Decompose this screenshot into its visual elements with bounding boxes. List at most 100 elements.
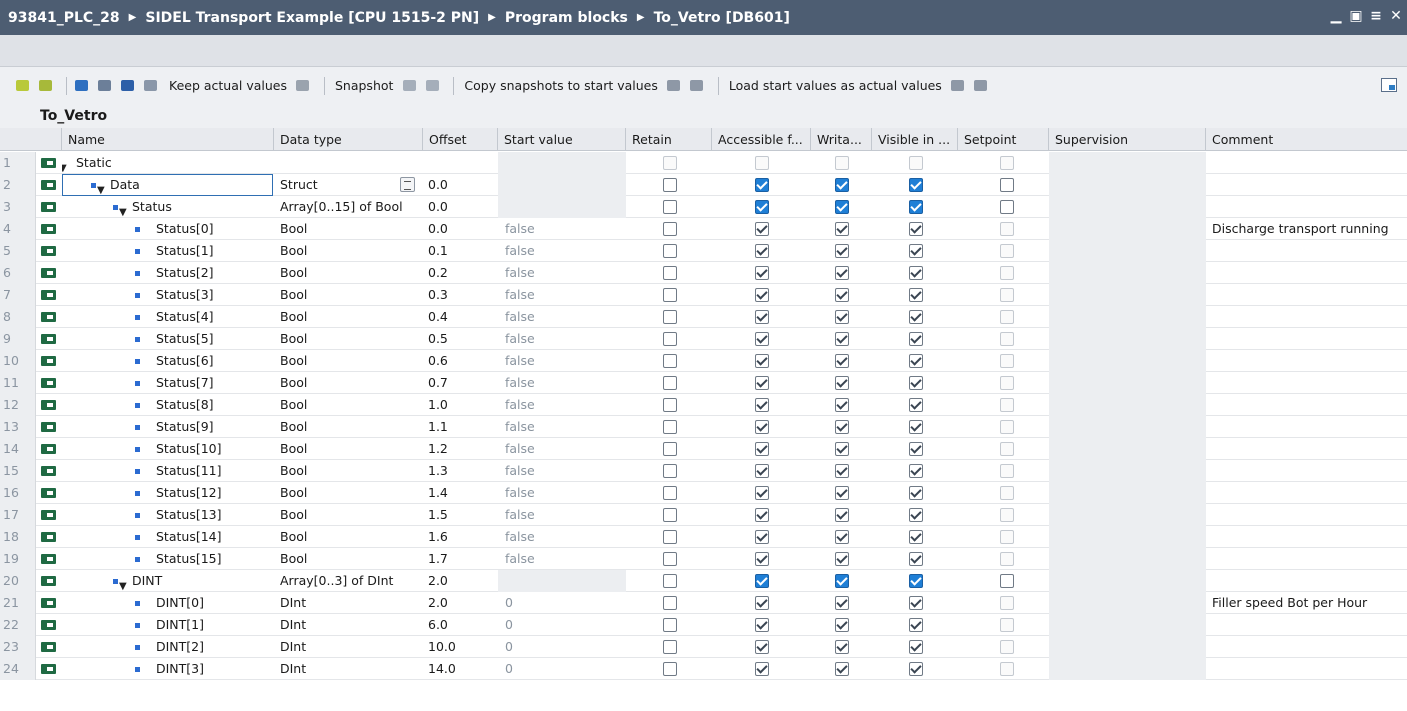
comment-cell[interactable] bbox=[1212, 284, 1407, 306]
accessible-checkbox[interactable] bbox=[755, 200, 769, 214]
table-row[interactable]: 9 Status[5] Bool 0.5 false bbox=[0, 328, 1407, 350]
setpoint-checkbox[interactable] bbox=[1000, 376, 1014, 390]
name-cell[interactable]: Status[1] bbox=[62, 240, 273, 262]
accessible-checkbox[interactable] bbox=[755, 398, 769, 412]
retain-checkbox[interactable] bbox=[663, 200, 677, 214]
setpoint-checkbox[interactable] bbox=[1000, 266, 1014, 280]
start-value-cell[interactable]: false bbox=[505, 218, 623, 240]
accessible-checkbox[interactable] bbox=[755, 530, 769, 544]
retain-checkbox[interactable] bbox=[663, 420, 677, 434]
comment-cell[interactable] bbox=[1212, 394, 1407, 416]
accessible-checkbox[interactable] bbox=[755, 354, 769, 368]
comment-cell[interactable] bbox=[1212, 460, 1407, 482]
setpoint-checkbox[interactable] bbox=[1000, 640, 1014, 654]
visible-checkbox[interactable] bbox=[909, 376, 923, 390]
header-data-type[interactable]: Data type bbox=[274, 128, 423, 151]
name-cell[interactable]: Status[9] bbox=[62, 416, 273, 438]
start-value-cell[interactable]: false bbox=[505, 240, 623, 262]
data-type-cell[interactable]: Bool bbox=[280, 328, 420, 350]
accessible-checkbox[interactable] bbox=[755, 464, 769, 478]
expand-arrow-icon[interactable]: ▼ bbox=[97, 180, 105, 196]
member-name[interactable]: Data bbox=[110, 174, 140, 196]
expand-arrow-icon[interactable]: ▼ bbox=[119, 576, 127, 592]
writable-checkbox[interactable] bbox=[835, 530, 849, 544]
visible-checkbox[interactable] bbox=[909, 178, 923, 192]
comment-cell[interactable] bbox=[1212, 306, 1407, 328]
accessible-checkbox[interactable] bbox=[755, 332, 769, 346]
table-row[interactable]: 5 Status[1] Bool 0.1 false bbox=[0, 240, 1407, 262]
monitor-icon[interactable] bbox=[142, 78, 158, 94]
start-value-cell[interactable]: false bbox=[505, 460, 623, 482]
header-offset[interactable]: Offset bbox=[423, 128, 498, 151]
writable-checkbox[interactable] bbox=[835, 574, 849, 588]
setpoint-checkbox[interactable] bbox=[1000, 552, 1014, 566]
visible-checkbox[interactable] bbox=[909, 596, 923, 610]
row-number[interactable]: 9 bbox=[0, 328, 36, 350]
comment-cell[interactable] bbox=[1212, 658, 1407, 680]
retain-checkbox[interactable] bbox=[663, 574, 677, 588]
row-number[interactable]: 6 bbox=[0, 262, 36, 284]
row-number[interactable]: 22 bbox=[0, 614, 36, 636]
comment-cell[interactable] bbox=[1212, 438, 1407, 460]
data-type-cell[interactable]: Bool bbox=[280, 548, 420, 570]
setpoint-checkbox[interactable] bbox=[1000, 464, 1014, 478]
visible-checkbox[interactable] bbox=[909, 618, 923, 632]
comment-cell[interactable] bbox=[1212, 240, 1407, 262]
table-row[interactable]: 8 Status[4] Bool 0.4 false bbox=[0, 306, 1407, 328]
setpoint-checkbox[interactable] bbox=[1000, 662, 1014, 676]
snapshot-button[interactable]: Snapshot bbox=[335, 78, 393, 93]
table-row[interactable]: 7 Status[3] Bool 0.3 false bbox=[0, 284, 1407, 306]
visible-checkbox[interactable] bbox=[909, 486, 923, 500]
split-view-icon[interactable] bbox=[1381, 78, 1397, 92]
visible-checkbox[interactable] bbox=[909, 530, 923, 544]
writable-checkbox[interactable] bbox=[835, 178, 849, 192]
table-row[interactable]: 21 DINT[0] DInt 2.0 0 Filler speed Bot per Ho… bbox=[0, 592, 1407, 614]
name-cell[interactable]: Status[0] bbox=[62, 218, 273, 240]
header-name[interactable]: Name bbox=[62, 128, 274, 151]
start-value-cell[interactable]: false bbox=[505, 394, 623, 416]
list-icon[interactable] bbox=[119, 78, 135, 94]
visible-checkbox[interactable] bbox=[909, 442, 923, 456]
visible-checkbox[interactable] bbox=[909, 310, 923, 324]
data-type-cell[interactable]: Bool bbox=[280, 460, 420, 482]
writable-checkbox[interactable] bbox=[835, 508, 849, 522]
visible-checkbox[interactable] bbox=[909, 662, 923, 676]
data-type-cell[interactable]: Bool bbox=[280, 526, 420, 548]
start-value-cell[interactable]: false bbox=[505, 284, 623, 306]
name-cell[interactable]: Status[6] bbox=[62, 350, 273, 372]
table-row[interactable]: 22 DINT[1] DInt 6.0 0 bbox=[0, 614, 1407, 636]
setpoint-checkbox[interactable] bbox=[1000, 332, 1014, 346]
tile-icon[interactable]: ≡ bbox=[1369, 8, 1383, 24]
start-value-cell[interactable] bbox=[505, 152, 623, 174]
row-number[interactable]: 2 bbox=[0, 174, 36, 196]
retain-checkbox[interactable] bbox=[663, 310, 677, 324]
table-row[interactable]: 4 Status[0] Bool 0.0 false Discharge transpor… bbox=[0, 218, 1407, 240]
setpoint-checkbox[interactable] bbox=[1000, 398, 1014, 412]
retain-checkbox[interactable] bbox=[663, 354, 677, 368]
writable-checkbox[interactable] bbox=[835, 464, 849, 478]
member-name[interactable]: Status[5] bbox=[156, 328, 214, 350]
start-value-cell[interactable]: false bbox=[505, 526, 623, 548]
row-number[interactable]: 8 bbox=[0, 306, 36, 328]
data-type-cell[interactable]: Bool bbox=[280, 284, 420, 306]
writable-checkbox[interactable] bbox=[835, 200, 849, 214]
table-row[interactable]: 10 Status[6] Bool 0.6 false bbox=[0, 350, 1407, 372]
comment-cell[interactable] bbox=[1212, 196, 1407, 218]
name-cell[interactable]: DINT[0] bbox=[62, 592, 273, 614]
row-number[interactable]: 11 bbox=[0, 372, 36, 394]
row-number[interactable]: 3 bbox=[0, 196, 36, 218]
copy-snapshots-2-icon[interactable] bbox=[689, 78, 705, 94]
header-supervision[interactable]: Supervision bbox=[1049, 128, 1206, 151]
start-value-cell[interactable]: 0 bbox=[505, 614, 623, 636]
comment-cell[interactable] bbox=[1212, 152, 1407, 174]
accessible-checkbox[interactable] bbox=[755, 288, 769, 302]
restore-icon[interactable]: ▣ bbox=[1349, 8, 1363, 24]
expand-all-icon[interactable] bbox=[73, 78, 89, 94]
row-number[interactable]: 5 bbox=[0, 240, 36, 262]
start-value-cell[interactable]: false bbox=[505, 416, 623, 438]
accessible-checkbox[interactable] bbox=[755, 222, 769, 236]
visible-checkbox[interactable] bbox=[909, 332, 923, 346]
setpoint-checkbox[interactable] bbox=[1000, 310, 1014, 324]
comment-cell[interactable] bbox=[1212, 614, 1407, 636]
table-row[interactable]: 19 Status[15] Bool 1.7 false bbox=[0, 548, 1407, 570]
